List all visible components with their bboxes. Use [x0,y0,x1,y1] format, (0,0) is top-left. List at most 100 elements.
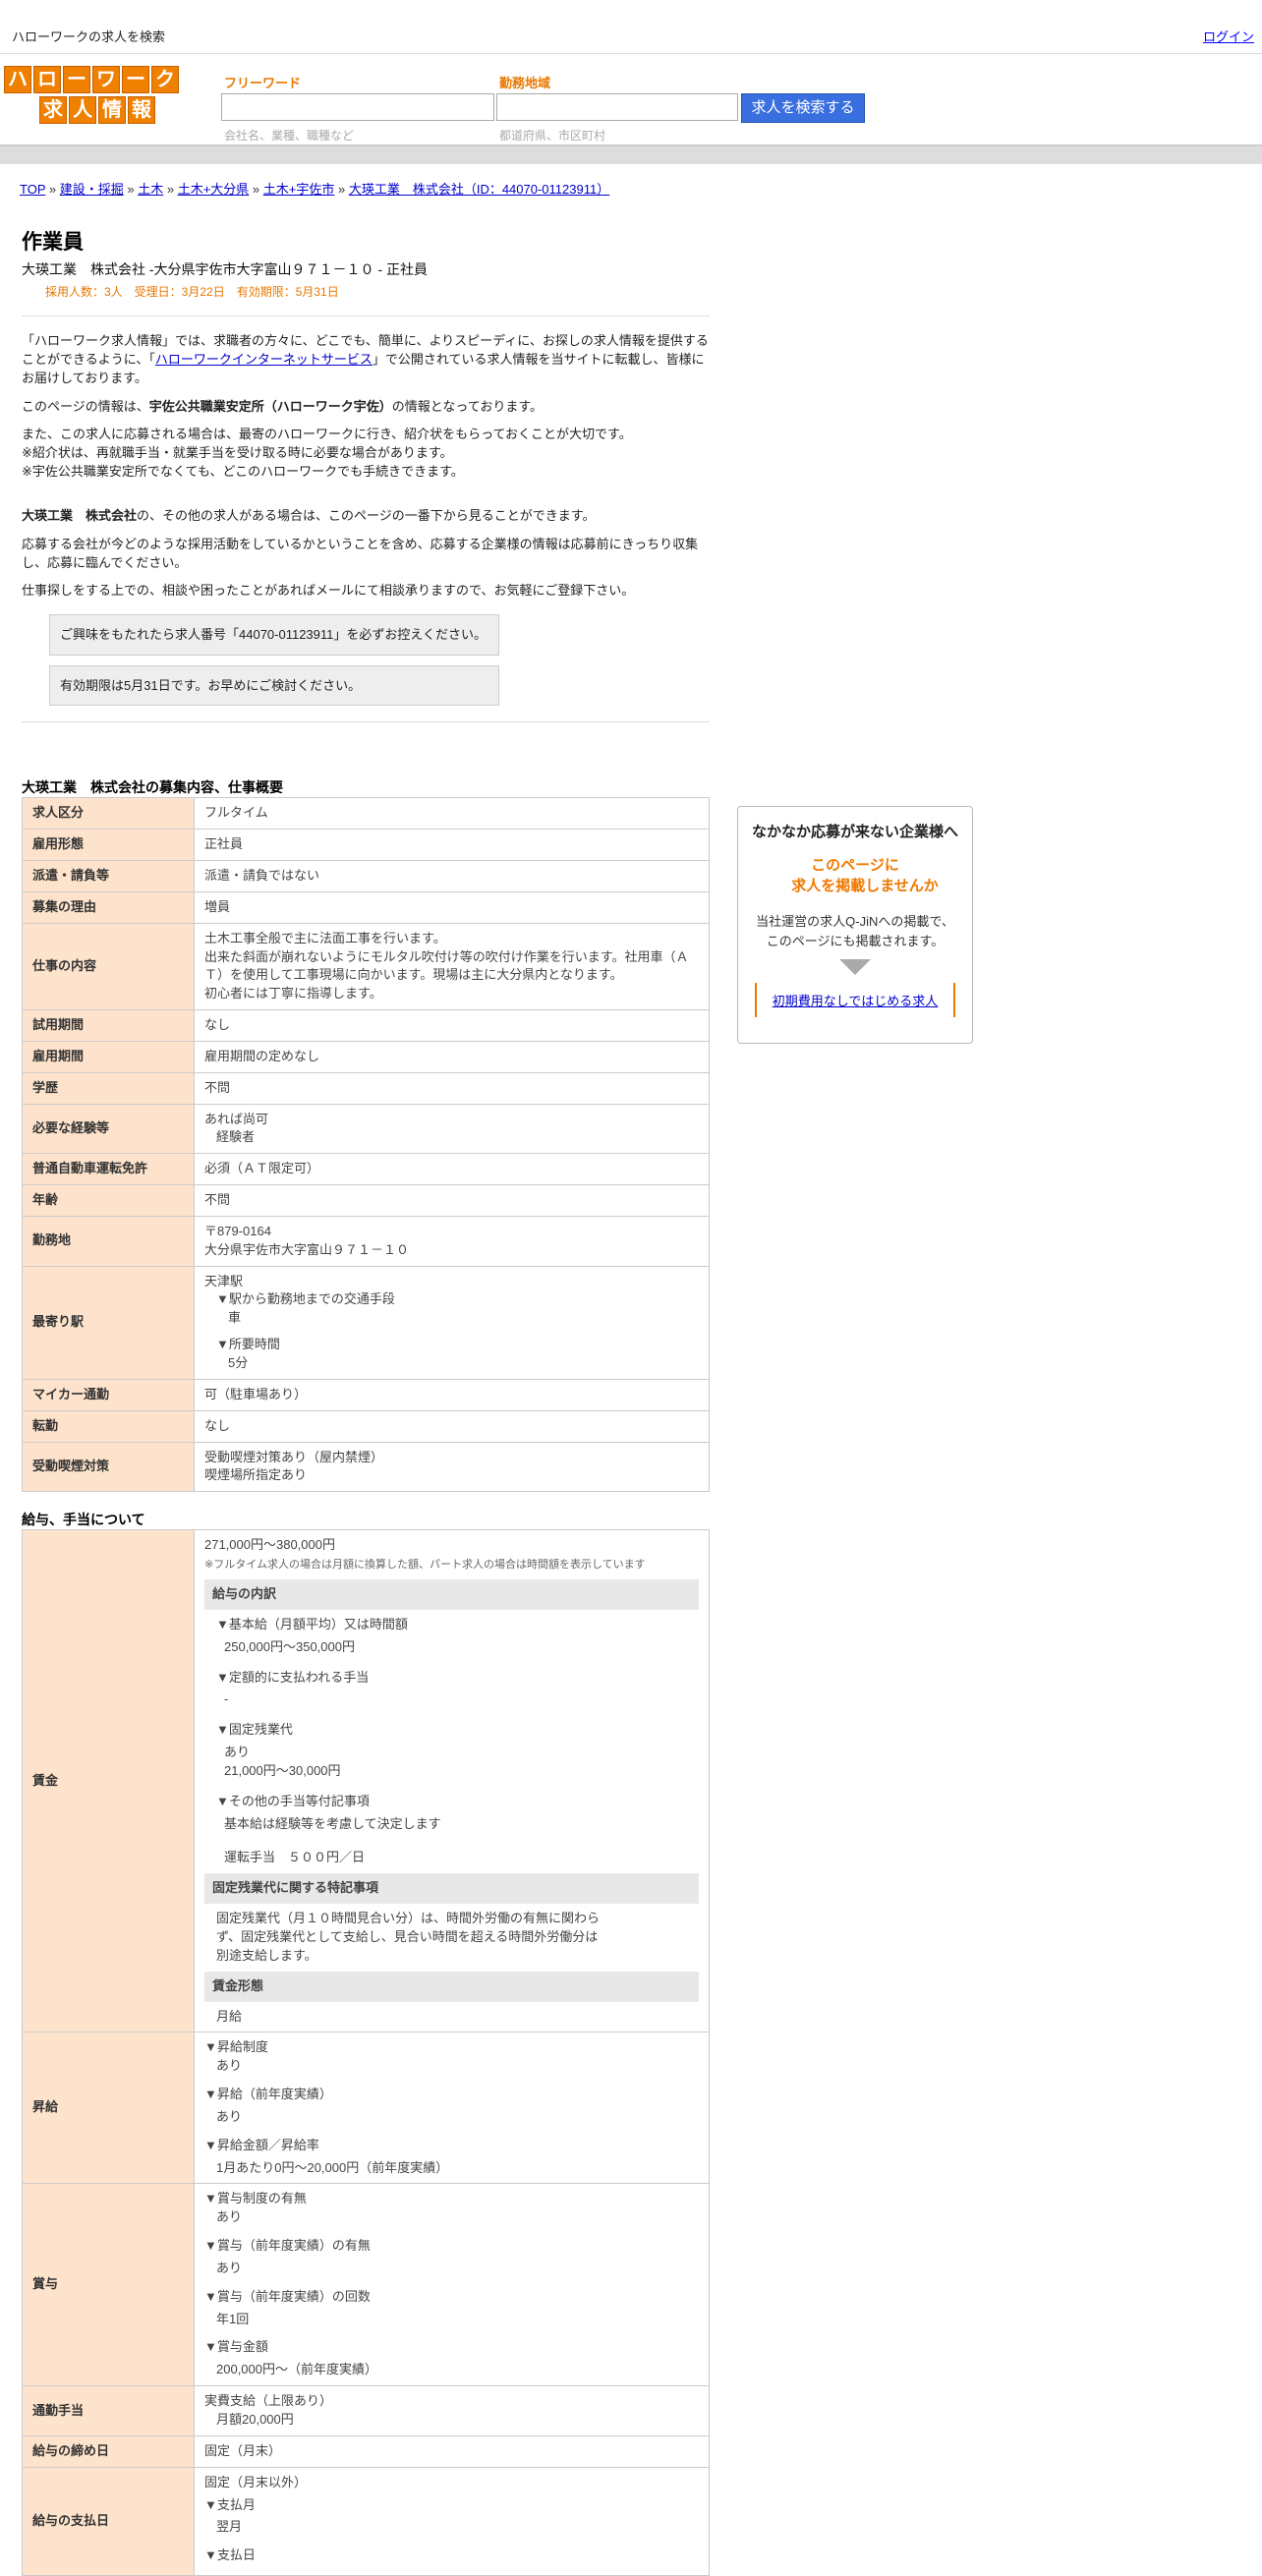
logo-char: ワ [92,66,120,93]
site-title: ハローワークの求人を検索 [12,29,166,44]
company-line: 大瑛工業 株式会社 -大分県宇佐市大字富山９７１－１０ - 正社員 [22,261,428,277]
row-value: なし [194,1009,710,1042]
row-value: あれば尚可 経験者 [194,1103,710,1155]
area-label: 勤務地域 [499,76,551,90]
keyword-label: フリーワード [224,76,302,90]
row-label: 賞与 [22,2183,195,2387]
breadcrumb-city[interactable]: 土木+宇佐市 [263,182,335,197]
table-row: 雇用形態 正社員 [22,829,710,861]
table-row: 給与の支払日 固定（月末以外） ▼支払月 翌月 ▼支払日 [22,2466,710,2576]
table-row: 給与の締め日 固定（月末） [22,2434,710,2468]
row-value: 実費支給（上限あり） 月額20,000円 [194,2385,710,2436]
table-row: 派遣・請負等 派遣・請負ではない [22,859,710,892]
row-label: 仕事の内容 [22,922,195,1011]
table-row: 賃金 271,000円〜380,000円 ※フルタイム求人の場合は月額に換算した… [22,1529,710,2033]
logo-char: 情 [98,96,126,124]
keyword-input[interactable] [221,93,494,121]
salary-heading: 給与、手当について [22,1512,145,1528]
area-input[interactable] [496,93,738,121]
job-meta: 採用人数：3人 受理日：3月22日 有効期限：5月31日 [45,285,339,299]
row-label: 給与の締め日 [22,2434,195,2468]
table-row: 必要な経験等 あれば尚可 経験者 [22,1103,710,1155]
row-value: 不問 [194,1071,710,1105]
logo-char: ク [151,66,179,93]
intro-paragraph: 「ハローワーク求人情報」では、求職者の方々に、どこでも、簡単に、よりスピーディに… [22,333,709,385]
row-value: 必須（ＡＴ限定可） [194,1153,710,1186]
row-value: 正社員 [194,829,710,861]
divider-bar [0,146,1262,164]
logo-char: ー [122,66,149,93]
other-jobs-paragraph: 大瑛工業 株式会社の、その他の求人がある場合は、このページの一番下から見ることが… [22,507,596,523]
breadcrumb-category[interactable]: 建設・採掘 [60,182,124,197]
row-label: 求人区分 [22,797,195,830]
row-label: 最寄り駅 [22,1265,195,1380]
search-header: ハ ロ ー ワ ー ク 求 人 情 報 フリーワード 会社名、業種、職種など 勤… [0,54,1262,146]
login-link[interactable]: ログイン [1203,27,1254,45]
keyword-placeholder: 会社名、業種、職種など [224,129,355,143]
table-row: マイカー通勤 可（駐車場あり） [22,1378,710,1411]
table-row: 学歴 不問 [22,1071,710,1105]
breadcrumb-top[interactable]: TOP [20,182,45,197]
row-label: 昇給 [22,2032,195,2185]
row-value: 固定（月末以外） ▼支払月 翌月 ▼支払日 [194,2466,710,2576]
row-label: 試用期間 [22,1009,195,1042]
table-row: 勤務地 〒879-0164 大分県宇佐市大字富山９７１－１０ [22,1215,710,1267]
table-row: 募集の理由 増員 [22,890,710,924]
row-label: マイカー通勤 [22,1378,195,1411]
salary-table: 賃金 271,000円〜380,000円 ※フルタイム求人の場合は月額に換算した… [22,1529,710,2576]
row-value: 固定（月末） [194,2434,710,2468]
referral-paragraph: また、この求人に応募される場合は、最寄のハローワークに行き、紹介状をもらっておく… [22,427,632,480]
search-button[interactable]: 求人を検索する [741,93,865,123]
job-title: 作業員 [22,231,84,254]
ad-link[interactable]: 初期費用なしではじめる求人 [755,983,955,1018]
table-row: 昇給 ▼昇給制度 あり ▼昇給（前年度実績） あり ▼昇給金額／昇給率 1月あたり0円… [22,2032,710,2185]
advertiser-box: なかなか応募が来ない企業様へ このページに 求人を掲載しませんか 当社運営の求人Q… [737,806,973,1044]
row-label: 普通自動車運転免許 [22,1153,195,1186]
table-row: 試用期間 なし [22,1009,710,1042]
breadcrumb-sub[interactable]: 土木 [138,182,163,197]
table-row: 仕事の内容 土木工事全般で主に法面工事を行います。 出来た斜面が崩れないようにモル… [22,922,710,1011]
row-value: 不問 [194,1184,710,1217]
row-label: 通勤手当 [22,2385,195,2436]
row-value: 可（駐車場あり） [194,1378,710,1411]
area-placeholder: 都道府県、市区町村 [499,129,606,143]
main-content: 作業員 大瑛工業 株式会社 -大分県宇佐市大字富山９７１－１０ - 正社員 採用… [22,226,710,2576]
row-value: なし [194,1409,710,1443]
breadcrumb-pref[interactable]: 土木+大分県 [178,182,250,197]
row-value: フルタイム [194,797,710,830]
row-label: 募集の理由 [22,890,195,924]
row-value: 〒879-0164 大分県宇佐市大字富山９７１－１０ [194,1215,710,1267]
separator [22,721,710,723]
table-row: 年齢 不問 [22,1184,710,1217]
breadcrumb-job[interactable]: 大瑛工業 株式会社（ID：44070-01123911） [349,182,609,197]
logo-char: ー [63,66,90,93]
row-label: 雇用形態 [22,829,195,861]
logo-char: 報 [128,96,155,124]
hellowork-internet-link[interactable]: ハローワークインターネットサービス [155,352,373,367]
job-number-notice: ご興味をもたれたら求人番号「44070-01123911」を必ずお控えください。 [49,614,499,656]
table-row: 受動喫煙対策 受動喫煙対策あり（屋内禁煙） 喫煙場所指定あり [22,1441,710,1493]
row-value: 天津駅 ▼駅から勤務地までの交通手段車 ▼所要時間 5分 [194,1265,710,1380]
row-label: 年齢 [22,1184,195,1217]
table-row: 求人区分 フルタイム [22,797,710,830]
office-paragraph: このページの情報は、宇佐公共職業安定所（ハローワーク宇佐）の情報となっております… [22,398,544,414]
table-row: 雇用期間 雇用期間の定めなし [22,1040,710,1073]
separator [22,315,710,316]
hellowork-logo[interactable]: ハ ロ ー ワ ー ク 求 人 情 報 [4,66,179,124]
logo-char: 求 [39,96,67,124]
row-value: 増員 [194,890,710,924]
row-value: 271,000円〜380,000円 ※フルタイム求人の場合は月額に換算した額、パ… [194,1529,710,2033]
row-label: 転勤 [22,1409,195,1443]
logo-char: 人 [69,96,96,124]
overview-heading: 大瑛工業 株式会社の募集内容、仕事概要 [22,779,283,796]
logo-char: ハ [4,66,31,93]
row-label: 受動喫煙対策 [22,1441,195,1493]
top-bar: ハローワークの求人を検索 ログイン [0,0,1262,54]
row-value: 雇用期間の定めなし [194,1040,710,1073]
deadline-notice: 有効期限は5月31日です。お早めにご検討ください。 [49,664,499,707]
row-label: 給与の支払日 [22,2466,195,2576]
table-row: 賞与 ▼賞与制度の有無 あり ▼賞与（前年度実績）の有無 あり ▼賞与（前年度実績）… [22,2183,710,2387]
row-value: 土木工事全般で主に法面工事を行います。 出来た斜面が崩れないようにモルタル吹付け… [194,922,710,1011]
row-value: ▼賞与制度の有無 あり ▼賞与（前年度実績）の有無 あり ▼賞与（前年度実績）の回数… [194,2183,710,2387]
breadcrumb: TOP » 建設・採掘 » 土木 » 土木+大分県 » 土木+宇佐市 » 大瑛工… [20,182,610,197]
